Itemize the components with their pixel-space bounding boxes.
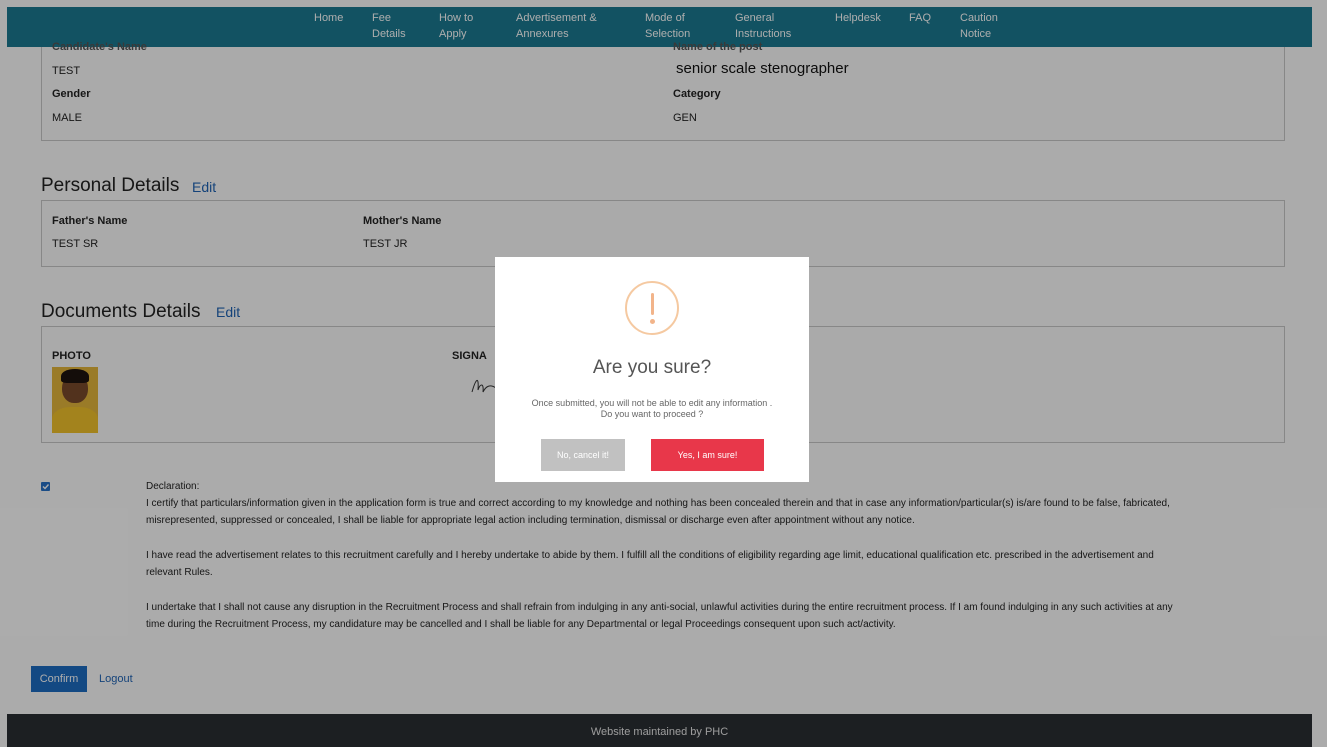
- dialog-title: Are you sure?: [592, 357, 712, 378]
- dialog-message-line2: Do you want to proceed ?: [600, 409, 704, 419]
- cancel-button[interactable]: No, cancel it!: [541, 439, 625, 471]
- dialog-message-line1: Once submitted, you will not be able to …: [531, 398, 773, 408]
- confirmation-dialog: Are you sure? Once submitted, you will n…: [495, 257, 809, 482]
- dialog-message: Once submitted, you will not be able to …: [505, 398, 799, 420]
- warning-icon: [625, 281, 679, 335]
- confirm-yes-button[interactable]: Yes, I am sure!: [651, 439, 764, 471]
